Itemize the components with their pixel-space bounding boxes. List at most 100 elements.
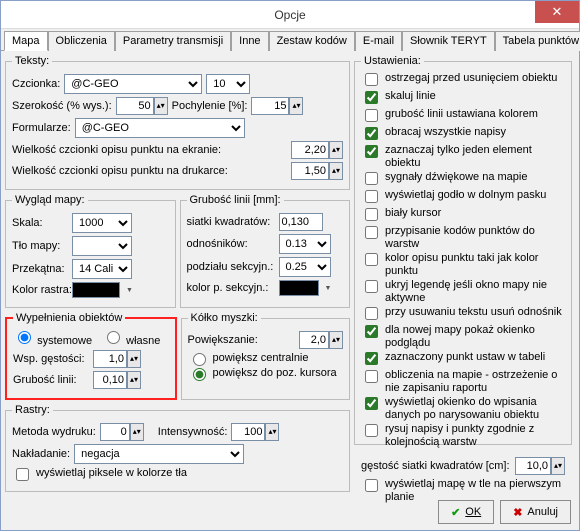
spin-icon[interactable]: ▴▾ xyxy=(329,331,343,349)
spin-icon[interactable]: ▴▾ xyxy=(127,371,141,389)
ust-label-0: ostrzegaj przed usunięciem obiektu xyxy=(385,72,557,85)
chevron-down-icon[interactable]: ▼ xyxy=(124,287,133,294)
intensywnosc-input[interactable] xyxy=(231,423,265,441)
kolor-sekcyjn-swatch[interactable] xyxy=(279,280,319,296)
spin-icon[interactable]: ▴▾ xyxy=(329,141,343,159)
ust-label-16: rysuj napisy i punkty zgodnie z kolejnoś… xyxy=(385,423,565,449)
ok-button[interactable]: ✔OK xyxy=(438,500,494,524)
spin-icon[interactable]: ▴▾ xyxy=(130,423,144,441)
formularze-select[interactable]: @C-GEO xyxy=(75,118,245,138)
ust-checkbox-12[interactable] xyxy=(365,325,378,338)
tlo-select[interactable] xyxy=(72,236,132,256)
group-teksty: Teksty: Czcionka: @C-GEO 10 Szerokość (%… xyxy=(5,55,350,190)
group-grubosc: Grubość linii [mm]: siatki kwadratów: od… xyxy=(180,194,351,308)
ust-checkbox-5[interactable] xyxy=(365,172,378,185)
tab-mapa[interactable]: Mapa xyxy=(4,31,48,51)
mapa-tlo-checkbox[interactable] xyxy=(365,479,378,492)
close-icon[interactable]: ✕ xyxy=(535,1,579,23)
wcoe-input[interactable] xyxy=(291,141,329,159)
ust-checkbox-2[interactable] xyxy=(365,109,378,122)
tab-parametry-transmisji[interactable]: Parametry transmisji xyxy=(115,31,231,51)
przekatna-select[interactable]: 14 Cali xyxy=(72,259,132,279)
kolor-rastra-swatch[interactable] xyxy=(72,282,120,298)
ust-checkbox-4[interactable] xyxy=(365,145,378,158)
ust-checkbox-1[interactable] xyxy=(365,91,378,104)
gestosc-label: gęstość siatki kwadratów [cm]: xyxy=(361,460,510,472)
pochylenie-label: Pochylenie [%]: xyxy=(172,100,248,112)
x-icon: ✖ xyxy=(513,506,522,519)
wcod-label: Wielkość czcionki opisu punktu na drukar… xyxy=(12,165,228,177)
szerokosc-label: Szerokość (% wys.): xyxy=(12,100,112,112)
odnosnikow-select[interactable]: 0.13 xyxy=(279,234,331,254)
options-window: Opcje ✕ MapaObliczeniaParametry transmis… xyxy=(0,0,580,531)
group-wypelnienia: Wypełnienia obiektów systemowe własne Ws… xyxy=(5,312,177,400)
ust-checkbox-6[interactable] xyxy=(365,190,378,203)
ust-checkbox-16[interactable] xyxy=(365,424,378,437)
radio-kursora[interactable] xyxy=(193,368,206,381)
spin-icon[interactable]: ▴▾ xyxy=(329,162,343,180)
formularze-label: Formularze: xyxy=(12,122,71,134)
legend-ustawienia: Ustawienia: xyxy=(361,55,424,67)
ust-label-5: sygnały dźwiękowe na mapie xyxy=(385,171,527,184)
nakladanie-select[interactable]: negacja xyxy=(74,444,244,464)
czcionka-select[interactable]: @C-GEO xyxy=(64,74,202,94)
ust-checkbox-7[interactable] xyxy=(365,208,378,221)
group-kolko: Kółko myszki: Powiększanie: ▴▾ powiększ … xyxy=(181,312,351,400)
gestosc-input[interactable] xyxy=(515,457,551,475)
spin-icon[interactable]: ▴▾ xyxy=(127,350,141,368)
ust-checkbox-15[interactable] xyxy=(365,397,378,410)
ust-label-7: biały kursor xyxy=(385,207,441,220)
szerokosc-input[interactable] xyxy=(116,97,154,115)
ust-checkbox-14[interactable] xyxy=(365,370,378,383)
pochylenie-input[interactable] xyxy=(251,97,289,115)
tab-e-mail[interactable]: E-mail xyxy=(355,31,402,51)
podzialu-label: podziału sekcyjn.: xyxy=(187,261,275,273)
wsp-gestosci-input[interactable] xyxy=(93,350,127,368)
ust-label-15: wyświetlaj okienko do wpisania danych po… xyxy=(385,396,565,422)
group-rastry: Rastry: Metoda wydruku: ▴▾ Intensywność:… xyxy=(5,404,350,492)
skala-select[interactable]: 1000 xyxy=(72,213,132,233)
ust-checkbox-9[interactable] xyxy=(365,253,378,266)
radio-systemowe[interactable]: systemowe xyxy=(13,328,92,347)
spin-icon[interactable]: ▴▾ xyxy=(265,423,279,441)
tab-zestaw-kodów[interactable]: Zestaw kodów xyxy=(269,31,355,51)
tab-słownik-teryt[interactable]: Słownik TERYT xyxy=(402,31,495,51)
tab-inne[interactable]: Inne xyxy=(231,31,268,51)
spin-icon[interactable]: ▴▾ xyxy=(154,97,168,115)
legend-teksty: Teksty: xyxy=(12,55,52,67)
wyp-grubosc-input[interactable] xyxy=(93,371,127,389)
siatki-label: siatki kwadratów: xyxy=(187,216,275,228)
tab-tabela-punktów[interactable]: Tabela punktów xyxy=(495,31,580,51)
ust-checkbox-0[interactable] xyxy=(365,73,378,86)
ust-checkbox-13[interactable] xyxy=(365,352,378,365)
tab-obliczenia[interactable]: Obliczenia xyxy=(48,31,115,51)
ust-checkbox-10[interactable] xyxy=(365,280,378,293)
metoda-input[interactable] xyxy=(100,423,130,441)
tab-body: Teksty: Czcionka: @C-GEO 10 Szerokość (%… xyxy=(1,50,579,496)
powiekszanie-input[interactable] xyxy=(299,331,329,349)
ust-label-3: obracaj wszystkie napisy xyxy=(385,126,506,139)
spin-icon[interactable]: ▴▾ xyxy=(551,457,565,475)
legend-kolko: Kółko myszki: xyxy=(188,312,261,324)
radio-centralnie[interactable] xyxy=(193,353,206,366)
piksele-checkbox[interactable] xyxy=(16,468,29,481)
podzialu-select[interactable]: 0.25 xyxy=(279,257,331,277)
spin-icon[interactable]: ▴▾ xyxy=(289,97,303,115)
ust-label-11: przy usuwaniu tekstu usuń odnośnik xyxy=(385,306,562,319)
przekatna-label: Przekątna: xyxy=(12,263,68,275)
nakladanie-label: Nakładanie: xyxy=(12,448,70,460)
cancel-button[interactable]: ✖Anuluj xyxy=(500,500,571,524)
window-title: Opcje xyxy=(274,8,305,22)
ust-checkbox-8[interactable] xyxy=(365,226,378,239)
ust-label-1: skaluj linie xyxy=(385,90,436,103)
ust-checkbox-3[interactable] xyxy=(365,127,378,140)
ust-label-2: grubość linii ustawiana kolorem xyxy=(385,108,538,121)
radio-wlasne[interactable]: własne xyxy=(102,328,160,347)
siatki-input[interactable] xyxy=(279,213,323,231)
chevron-down-icon[interactable]: ▼ xyxy=(323,285,332,292)
czcionka-size-select[interactable]: 10 xyxy=(206,74,250,94)
wcod-input[interactable] xyxy=(291,162,329,180)
legend-grubosc: Grubość linii [mm]: xyxy=(187,194,284,206)
group-wyglad: Wygląd mapy: Skala: 1000 Tło mapy: Przek… xyxy=(5,194,176,308)
ust-checkbox-11[interactable] xyxy=(365,307,378,320)
